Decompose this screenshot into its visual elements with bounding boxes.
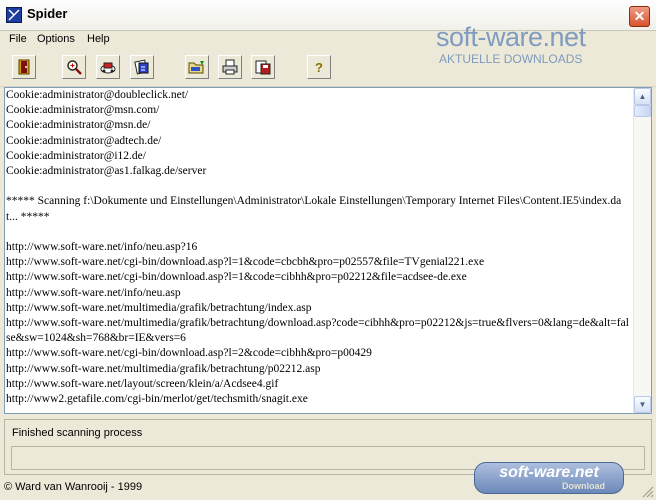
log-line: Cookie:administrator@msn.com/ [6, 104, 160, 117]
log-line: http://www.soft-ware.net/cgi-bin/downloa… [6, 256, 485, 269]
zoom-icon [66, 59, 82, 75]
help-icon: ? [315, 59, 323, 75]
menu-help[interactable]: Help [87, 33, 110, 45]
log-line: http://www.soft-ware.net/cgi-bin/downloa… [6, 271, 467, 284]
log-line: http://www.soft-ware.net/multimedia/graf… [6, 301, 312, 314]
window-title: Spider [27, 6, 68, 21]
exit-button[interactable] [12, 55, 36, 79]
cookie-scan-icon [99, 59, 117, 75]
log-line: http://www2.getafile.com/cgi-bin/merlot/… [6, 393, 308, 406]
softwarenet-logo: soft-ware.net AKTUELLE DOWNLOADS [436, 22, 616, 70]
log-line: http://www.soft-ware.net/layout/screen/k… [6, 377, 279, 390]
resize-grip-icon[interactable] [640, 484, 654, 498]
save-button[interactable] [251, 55, 275, 79]
search-button[interactable] [62, 55, 86, 79]
scroll-thumb[interactable] [634, 105, 651, 117]
exit-icon [16, 59, 32, 75]
scroll-down-arrow[interactable]: ▼ [634, 396, 651, 413]
log-line: http://www.soft-ware.net/multimedia/graf… [6, 362, 321, 375]
open-button[interactable] [185, 55, 209, 79]
copyright-text: © Ward van Wanrooij - 1999 [4, 481, 143, 493]
open-folder-icon [188, 59, 206, 75]
softwarenet-download-badge: soft-ware.net Download [474, 462, 624, 494]
logo-sub-text: AKTUELLE DOWNLOADS [439, 52, 583, 66]
cookie-scan-button[interactable] [96, 55, 120, 79]
log-line: http://www.soft-ware.net/info/neu.asp [6, 286, 181, 299]
log-line: http://www.soft-ware.net/cgi-bin/downloa… [6, 347, 372, 360]
log-line: ***** Scanning f:\Dokumente und Einstell… [6, 195, 622, 223]
log-line: http://www.soft-ware.net/multimedia/graf… [6, 317, 629, 345]
log-line: Cookie:administrator@as1.falkag.de/serve… [6, 165, 207, 178]
scan-log-textarea[interactable]: Cookie:administrator@doubleclick.net/Coo… [4, 87, 652, 414]
vertical-scrollbar[interactable]: ▲ ▼ [633, 88, 651, 413]
log-line: Cookie:administrator@i12.de/ [6, 149, 146, 162]
history-button[interactable] [130, 55, 154, 79]
save-icon [255, 59, 271, 75]
scroll-up-arrow[interactable]: ▲ [634, 88, 651, 105]
menu-options[interactable]: Options [37, 33, 75, 45]
log-line: Cookie:administrator@adtech.de/ [6, 134, 162, 147]
log-line: http://www.soft-ware.net/info/neu.asp?16 [6, 241, 198, 253]
badge-main-text: soft-ware.net [499, 464, 599, 481]
print-button[interactable] [218, 55, 242, 79]
history-icon [134, 59, 150, 75]
log-line: Cookie:administrator@msn.de/ [6, 119, 151, 132]
logo-main-text: soft-ware.net [436, 22, 586, 52]
print-icon [222, 59, 238, 75]
close-button[interactable]: ✕ [629, 6, 650, 27]
status-text: Finished scanning process [12, 427, 143, 439]
log-line: Cookie:administrator@doubleclick.net/ [6, 89, 189, 101]
badge-sub-text: Download [562, 481, 605, 491]
help-button[interactable]: ? [307, 55, 331, 79]
spider-app-icon [6, 7, 22, 23]
menu-file[interactable]: File [9, 33, 27, 45]
log-lines: Cookie:administrator@doubleclick.net/Coo… [6, 88, 632, 407]
